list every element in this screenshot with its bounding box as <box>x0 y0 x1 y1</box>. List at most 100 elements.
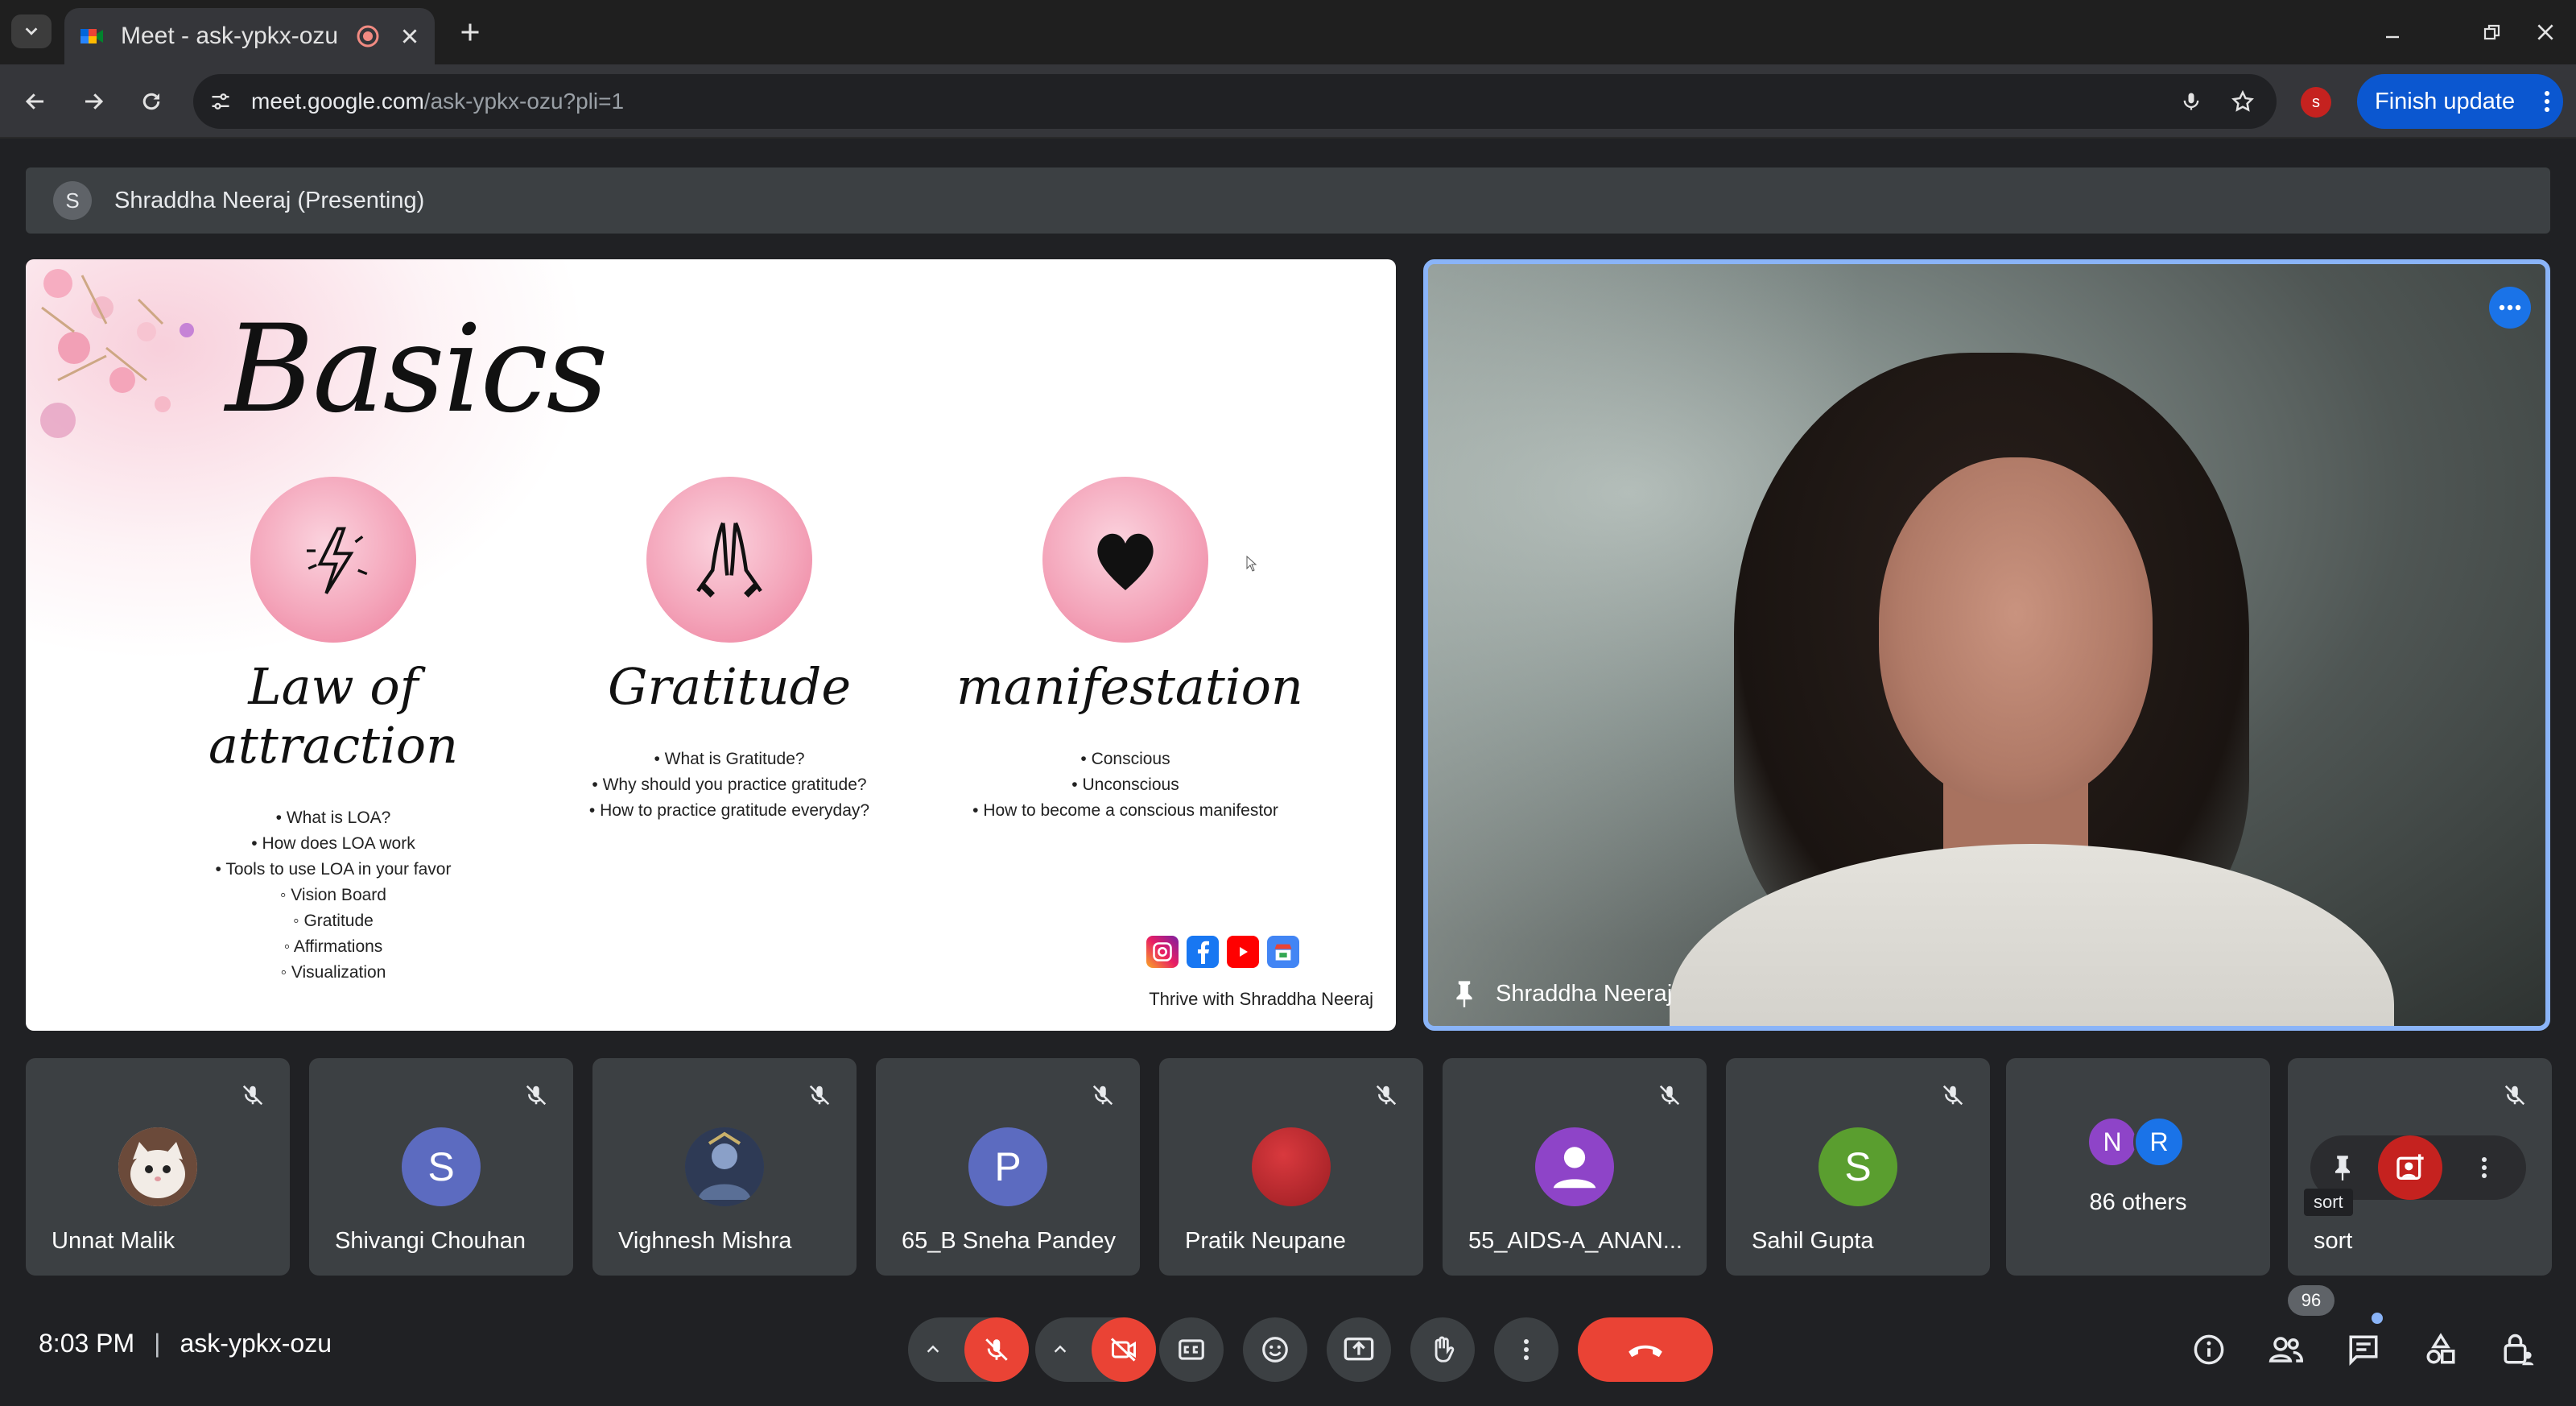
participant-name: sort <box>2314 1228 2353 1254</box>
participant-tile[interactable]: 55_AIDS-A_ANAN... <box>1443 1058 1707 1276</box>
lock-person-icon <box>2504 1334 2534 1366</box>
audio-settings-button[interactable] <box>908 1317 958 1382</box>
bullet: What is LOA? <box>164 805 502 831</box>
arrow-back-icon <box>25 93 43 110</box>
chevron-down-icon <box>25 27 38 35</box>
frame-person-icon <box>2396 1154 2424 1180</box>
tile-more-options-button[interactable] <box>2489 287 2531 329</box>
new-tab-button[interactable] <box>452 14 488 50</box>
youtube-icon <box>1227 936 1259 968</box>
remove-from-view-button[interactable] <box>2378 1135 2442 1200</box>
toggle-camera-button[interactable] <box>1092 1317 1156 1382</box>
bullet: How to practice gratitude everyday? <box>560 798 898 824</box>
participant-avatar <box>1252 1127 1331 1206</box>
close-tab-icon[interactable] <box>399 26 420 47</box>
bullet: Unconscious <box>956 772 1294 798</box>
call-end-icon <box>1629 1345 1662 1358</box>
activities-button[interactable] <box>2417 1325 2465 1374</box>
back-button[interactable] <box>16 82 55 121</box>
tile-more-button[interactable] <box>2452 1135 2516 1200</box>
participant-name: Unnat Malik <box>52 1228 175 1254</box>
chat-notification-dot <box>2372 1313 2383 1324</box>
sub-bullet: Affirmations <box>164 934 502 960</box>
emoji-icon <box>1262 1337 1288 1363</box>
minimize-button[interactable] <box>2375 14 2410 50</box>
speaker-name: Shraddha Neeraj <box>1496 980 1673 1007</box>
mic-off-icon <box>237 1079 269 1111</box>
forward-button[interactable] <box>74 82 113 121</box>
camera-control <box>1035 1317 1156 1382</box>
others-count: 86 others <box>2089 1189 2187 1215</box>
finish-update-button[interactable]: Finish update <box>2357 74 2563 129</box>
current-time: 8:03 PM <box>39 1329 135 1358</box>
topic-gratitude: Gratitude What is Gratitude? Why should … <box>560 477 898 824</box>
facebook-icon <box>1187 936 1219 968</box>
url-path: /ask-ypkx-ozu?pli=1 <box>423 89 625 114</box>
presenting-banner: S Shraddha Neeraj (Presenting) <box>26 167 2550 234</box>
participant-name: Shivangi Chouhan <box>335 1228 526 1254</box>
sub-bullet: Gratitude <box>164 908 502 934</box>
url-text: meet.google.com/ask-ypkx-ozu?pli=1 <box>251 89 2174 114</box>
others-tile[interactable]: N R 86 others <box>2006 1058 2270 1276</box>
topic-bullets: What is Gratitude? Why should you practi… <box>560 746 898 824</box>
participant-tile[interactable]: S Sahil Gupta <box>1726 1058 1990 1276</box>
participant-tile[interactable]: S Shivangi Chouhan <box>309 1058 573 1276</box>
video-settings-button[interactable] <box>1035 1317 1085 1382</box>
participant-avatar: S <box>402 1127 481 1206</box>
browser-tab-meet[interactable]: Meet - ask-ypkx-ozu <box>64 8 435 64</box>
finish-update-label: Finish update <box>2375 88 2516 114</box>
presenter-avatar: S <box>53 181 92 220</box>
videocam-off-icon <box>1110 1338 1136 1362</box>
participant-avatar <box>1535 1127 1614 1206</box>
topic-bullets: What is LOA? How does LOA work Tools to … <box>164 805 502 883</box>
host-controls-button[interactable] <box>2494 1325 2542 1374</box>
raise-hand-button[interactable] <box>1410 1317 1475 1382</box>
profile-avatar[interactable]: s <box>2301 87 2331 118</box>
chevron-up-icon <box>927 1345 939 1353</box>
chat-button[interactable] <box>2339 1325 2388 1374</box>
more-vert-icon <box>1524 1339 1529 1360</box>
mic-off-icon <box>2499 1079 2531 1111</box>
reactions-button[interactable] <box>1243 1317 1307 1382</box>
people-button[interactable] <box>2262 1325 2310 1374</box>
address-bar[interactable]: meet.google.com/ask-ypkx-ozu?pli=1 <box>193 74 2277 129</box>
participant-name: Sahil Gupta <box>1752 1228 1874 1254</box>
minimize-icon <box>2386 35 2399 39</box>
more-vert-icon <box>2531 85 2563 118</box>
participant-tile[interactable]: Pratik Neupane <box>1159 1058 1423 1276</box>
participant-name: Vighnesh Mishra <box>618 1228 792 1254</box>
tab-search-button[interactable] <box>11 14 52 48</box>
mic-off-icon <box>1937 1079 1969 1111</box>
praying-hands-icon <box>646 477 812 643</box>
present-screen-button[interactable] <box>1327 1317 1391 1382</box>
mouse-cursor-icon <box>1246 556 1257 572</box>
toggle-microphone-button[interactable] <box>964 1317 1029 1382</box>
leave-call-button[interactable] <box>1578 1317 1713 1382</box>
more-options-button[interactable] <box>1494 1317 1558 1382</box>
topic-heading: Law of attraction <box>208 657 459 775</box>
captions-button[interactable] <box>1159 1317 1224 1382</box>
mic-off-icon <box>985 1338 1008 1361</box>
microphone-permission-button[interactable] <box>2174 84 2209 119</box>
close-window-button[interactable] <box>2528 14 2563 50</box>
tab-title: Meet - ask-ypkx-ozu <box>121 23 339 49</box>
sub-bullet: Vision Board <box>164 883 502 908</box>
topic-heading: Gratitude <box>607 657 852 716</box>
restore-button[interactable] <box>2475 14 2510 50</box>
mic-off-icon <box>1370 1079 1402 1111</box>
microphone-icon <box>2183 93 2199 110</box>
reload-button[interactable] <box>132 82 171 121</box>
participant-tile[interactable]: Vighnesh Mishra <box>592 1058 857 1276</box>
topic-manifestation: manifestation Conscious Unconscious How … <box>956 477 1303 824</box>
speaker-video-tile[interactable]: Shraddha Neeraj <box>1423 259 2550 1031</box>
bookmark-button[interactable] <box>2225 84 2260 119</box>
site-info-button[interactable] <box>203 84 238 119</box>
participant-tile[interactable]: Unnat Malik <box>26 1058 290 1276</box>
chevron-up-icon <box>1054 1345 1067 1353</box>
meeting-details-button[interactable] <box>2185 1325 2233 1374</box>
separator: | <box>154 1329 161 1358</box>
topic-bullets: Conscious Unconscious How to become a co… <box>956 746 1294 824</box>
tune-icon <box>212 93 229 110</box>
participant-tile[interactable]: P 65_B Sneha Pandey <box>876 1058 1140 1276</box>
mic-off-icon <box>1653 1079 1686 1111</box>
